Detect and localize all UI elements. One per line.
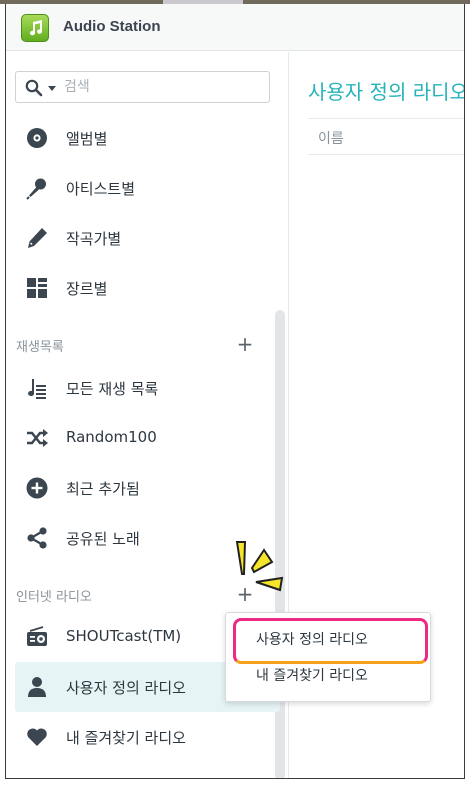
share-icon [25,526,49,550]
highlight-frame [233,618,428,664]
chevron-down-icon[interactable] [48,86,56,91]
grid-icon [25,276,49,300]
shuffle-icon [25,426,49,450]
sidebar-item-label: 아티스트별 [66,180,136,198]
page-title: 사용자 정의 라디오 [308,80,465,104]
sidebar-item-artist[interactable]: 아티스트별 [15,163,280,213]
sidebar-item-genre[interactable]: 장르별 [15,263,280,313]
app-title: Audio Station [63,18,161,35]
sidebar-item-favorite-radio[interactable]: 내 즐겨찾기 라디오 [15,712,280,762]
heart-icon [25,725,49,749]
album-icon [25,126,49,150]
title-bar: Audio Station [6,4,464,51]
sidebar-item-label: 작곡가별 [66,230,122,248]
sidebar-item-label: 앨범별 [66,130,108,148]
search-box[interactable] [15,71,270,103]
user-icon [25,675,49,699]
sidebar-item-recently-added[interactable]: 최근 추가됨 [15,463,280,513]
sidebar-item-composer[interactable]: 작곡가별 [15,213,280,263]
search-input[interactable] [64,77,259,97]
internet-radio-section-header: 인터넷 라디오 [16,590,92,605]
sidebar-item-random100[interactable]: Random100 [15,413,280,463]
sparkle-burst-icon [235,541,284,592]
sidebar-item-label: 공유된 노래 [66,530,140,548]
menu-item-label: 내 즐겨찾기 라디오 [256,668,368,684]
sidebar-item-all-playlists[interactable]: 모든 재생 목록 [15,363,280,413]
sidebar-item-label: 모든 재생 목록 [66,380,159,398]
search-icon[interactable] [25,79,43,101]
sidebar-item-label: 최근 추가됨 [66,480,140,498]
playlists-section-header: 재생목록 [16,340,64,355]
sidebar-item-label: 내 즐겨찾기 라디오 [66,729,186,747]
radio-icon [25,625,49,649]
column-header-name[interactable]: 이름 [308,118,464,155]
microphone-icon [25,176,49,200]
audio-station-logo-icon [21,14,49,42]
column-header-label: 이름 [318,131,344,147]
sidebar-item-label: 사용자 정의 라디오 [66,679,186,697]
pen-icon [25,226,49,250]
plus-circle-icon [25,476,49,500]
sidebar-item-label: Random100 [66,428,157,446]
playlist-icon [25,376,49,400]
sidebar-item-label: 장르별 [66,280,108,298]
sidebar-item-label: SHOUTcast(TM) [66,627,182,645]
add-playlist-button[interactable]: + [236,334,254,354]
sidebar-item-album[interactable]: 앨범별 [15,113,280,163]
